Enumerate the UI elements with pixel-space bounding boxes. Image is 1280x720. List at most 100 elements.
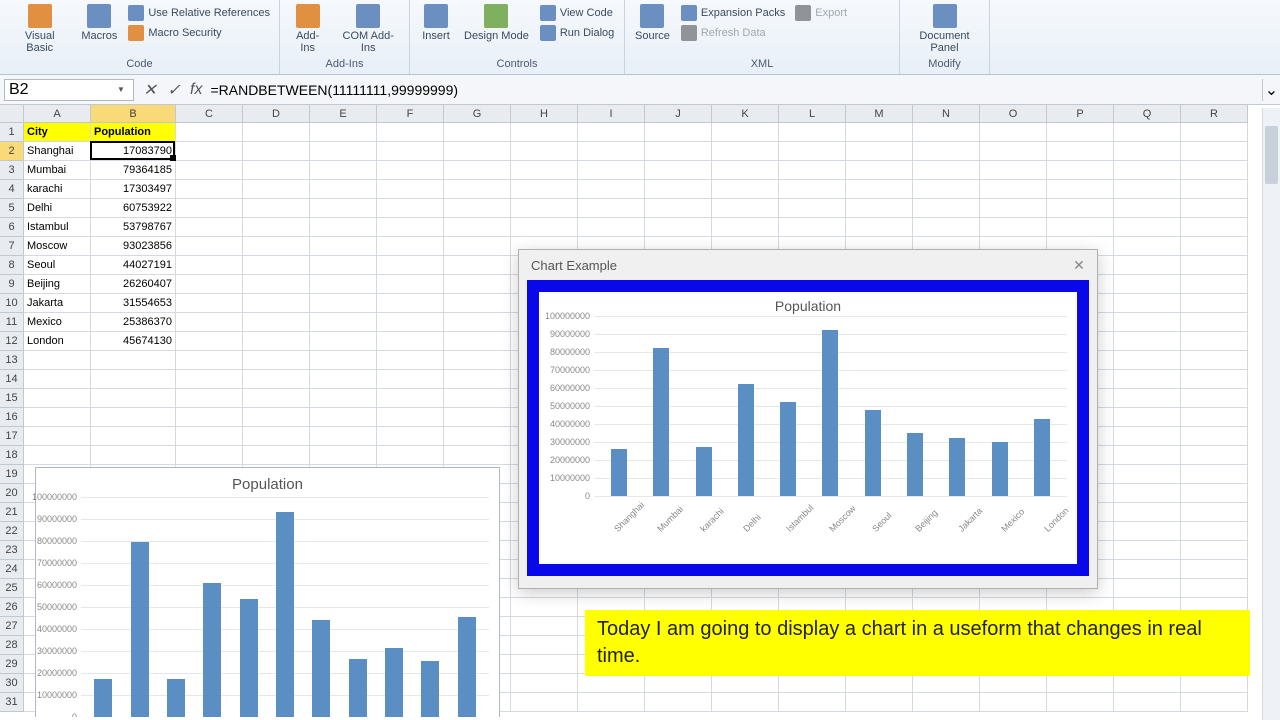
column-header-R[interactable]: R [1181,105,1248,123]
cell[interactable] [779,693,846,712]
cell[interactable] [1047,161,1114,180]
cell[interactable] [310,161,377,180]
cell[interactable] [91,389,176,408]
cell[interactable] [511,199,578,218]
cell[interactable] [243,237,310,256]
cell[interactable] [444,389,511,408]
cell[interactable] [1181,522,1248,541]
cell[interactable] [511,180,578,199]
cell[interactable] [176,256,243,275]
cell[interactable] [1114,693,1181,712]
cell[interactable] [377,256,444,275]
cell[interactable] [712,123,779,142]
cell[interactable] [1047,674,1114,693]
cell[interactable]: 26260407 [91,275,176,294]
cell[interactable] [1114,522,1181,541]
cell[interactable] [980,674,1047,693]
cell[interactable] [176,237,243,256]
cell[interactable] [377,408,444,427]
row-header-5[interactable]: 5 [0,199,24,218]
row-header-6[interactable]: 6 [0,218,24,237]
vertical-scrollbar[interactable] [1262,108,1280,720]
cell[interactable]: Shanghai [24,142,91,161]
row-header-15[interactable]: 15 [0,389,24,408]
cell[interactable] [377,161,444,180]
macros-button[interactable]: Macros [77,2,121,44]
cell[interactable] [377,294,444,313]
cell[interactable] [377,142,444,161]
cell[interactable] [511,655,578,674]
cell[interactable] [243,161,310,180]
cell[interactable] [1047,693,1114,712]
cell[interactable] [176,370,243,389]
cell[interactable] [310,123,377,142]
cell[interactable] [578,123,645,142]
cell[interactable] [846,693,913,712]
row-header-19[interactable]: 19 [0,465,24,484]
cell[interactable]: 79364185 [91,161,176,180]
cell[interactable]: Population [91,123,176,142]
cell[interactable] [712,161,779,180]
cell[interactable] [243,351,310,370]
cell[interactable]: karachi [24,180,91,199]
chevron-down-icon[interactable]: ▼ [113,82,129,98]
column-header-P[interactable]: P [1047,105,1114,123]
cell[interactable] [913,199,980,218]
export-button[interactable]: Export [792,4,850,22]
cell[interactable] [913,123,980,142]
cell[interactable] [176,199,243,218]
row-header-27[interactable]: 27 [0,617,24,636]
cell[interactable] [243,446,310,465]
cell[interactable] [444,123,511,142]
spreadsheet-grid[interactable]: ABCDEFGHIJKLMNOPQR 123456789101112131415… [0,105,1280,717]
cell[interactable] [444,408,511,427]
cell[interactable] [1181,180,1248,199]
userform-titlebar[interactable]: Chart Example ✕ [519,250,1097,280]
column-header-J[interactable]: J [645,105,712,123]
cell[interactable] [444,142,511,161]
cell[interactable] [1181,370,1248,389]
column-header-I[interactable]: I [578,105,645,123]
cell[interactable] [578,693,645,712]
cell[interactable] [1114,237,1181,256]
row-header-18[interactable]: 18 [0,446,24,465]
cell[interactable] [846,218,913,237]
cell[interactable] [1114,351,1181,370]
cell[interactable] [310,408,377,427]
cell[interactable] [243,389,310,408]
cell[interactable] [1114,256,1181,275]
cell[interactable] [1181,579,1248,598]
relative-refs-button[interactable]: Use Relative References [125,4,273,22]
cell[interactable] [846,161,913,180]
cell[interactable]: Delhi [24,199,91,218]
row-header-9[interactable]: 9 [0,275,24,294]
cell[interactable] [176,408,243,427]
cell[interactable] [310,180,377,199]
cell[interactable] [444,313,511,332]
cell[interactable] [24,446,91,465]
row-header-16[interactable]: 16 [0,408,24,427]
cell[interactable] [176,294,243,313]
cell[interactable] [377,313,444,332]
cell[interactable] [24,370,91,389]
cell[interactable] [578,142,645,161]
cell[interactable] [913,161,980,180]
cell[interactable] [91,351,176,370]
cell[interactable]: 25386370 [91,313,176,332]
cell[interactable] [511,123,578,142]
embedded-chart[interactable]: Population 01000000020000000300000004000… [35,467,500,717]
design-mode-button[interactable]: Design Mode [460,2,533,44]
com-addins-button[interactable]: COM Add-Ins [333,2,403,56]
cell[interactable] [1181,465,1248,484]
cell[interactable] [1181,313,1248,332]
cell[interactable]: 17303497 [91,180,176,199]
column-header-K[interactable]: K [712,105,779,123]
cell[interactable] [310,218,377,237]
cell[interactable] [444,180,511,199]
cell[interactable] [310,446,377,465]
cell[interactable] [1181,161,1248,180]
row-header-30[interactable]: 30 [0,674,24,693]
row-header-8[interactable]: 8 [0,256,24,275]
column-header-D[interactable]: D [243,105,310,123]
cell[interactable] [1181,541,1248,560]
